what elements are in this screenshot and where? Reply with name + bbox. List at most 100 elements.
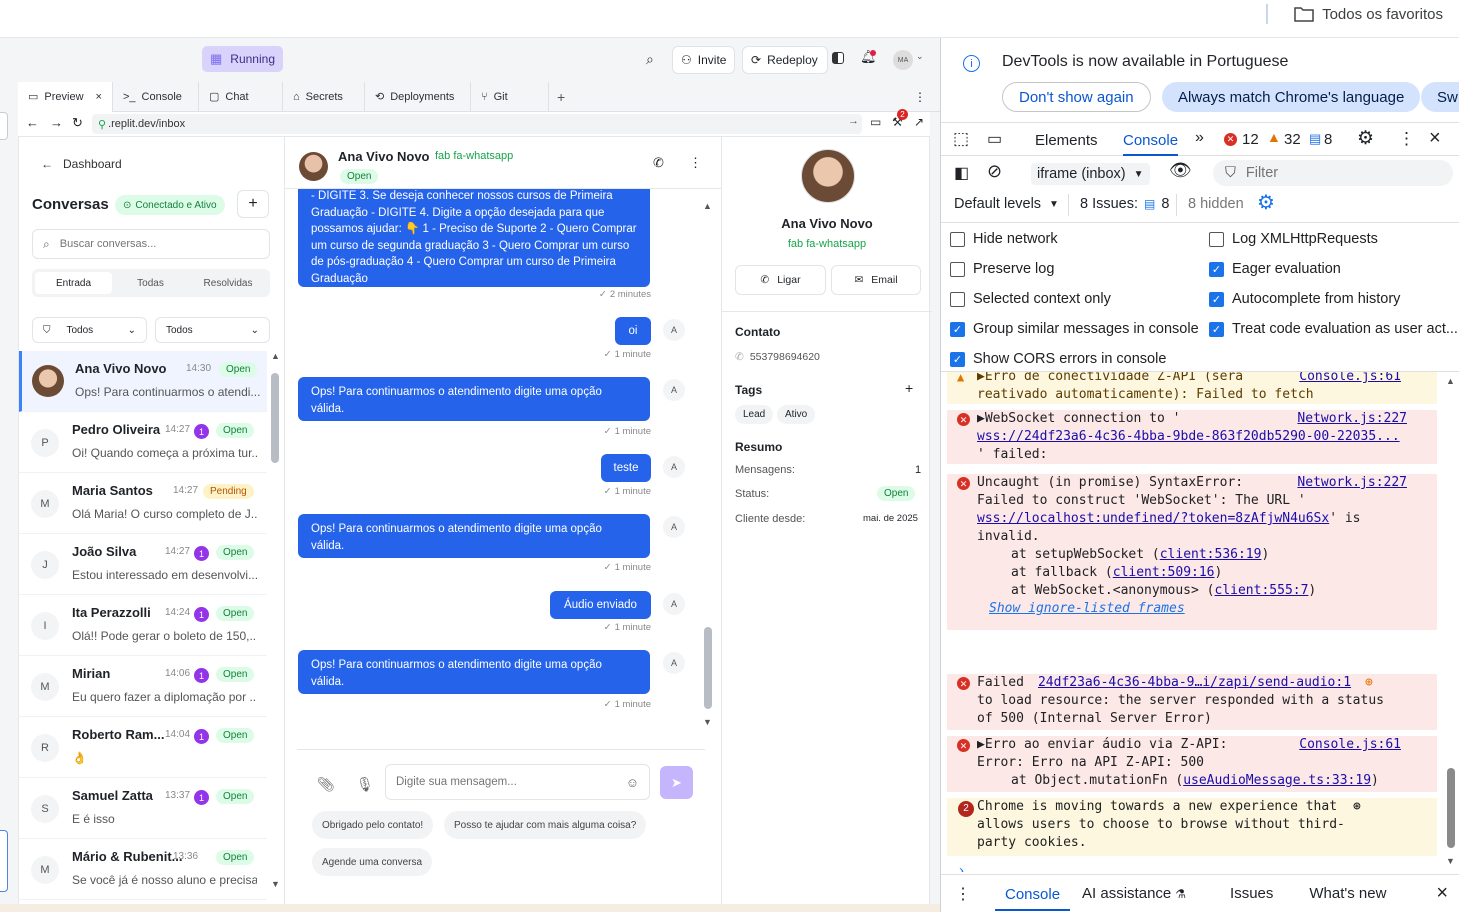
- settings-gear-icon[interactable]: ⚙: [1357, 127, 1374, 150]
- new-conversation-button[interactable]: +: [237, 190, 269, 218]
- tab-git[interactable]: ⑂ Git: [471, 81, 549, 112]
- tab-elements[interactable]: Elements: [1035, 132, 1098, 149]
- user-avatar[interactable]: MA: [893, 50, 913, 70]
- chevron-down-icon[interactable]: ⌄: [916, 51, 924, 62]
- drawer-tab-whats-new[interactable]: What's new: [1309, 885, 1386, 902]
- cookie-icon[interactable]: ⊛: [1353, 798, 1361, 816]
- microphone-icon[interactable]: 🎙︎: [356, 776, 374, 793]
- tab-resolvidas[interactable]: Resolvidas: [189, 272, 267, 294]
- close-drawer-icon[interactable]: ×: [1436, 882, 1448, 905]
- log-3-source[interactable]: Network.js:227: [1297, 474, 1407, 492]
- checkbox[interactable]: ✓: [950, 351, 965, 367]
- quick-reply-2[interactable]: Posso te ajudar com mais alguma coisa?: [444, 811, 647, 839]
- log-1-source[interactable]: Console.js:61: [1299, 372, 1401, 386]
- forward-icon[interactable]: →: [50, 115, 63, 130]
- sidebar-toggle-icon[interactable]: ◧: [954, 163, 969, 183]
- message-input-box[interactable]: ☺: [385, 764, 650, 800]
- console-setting[interactable]: ✓ Autocomplete from history: [1209, 291, 1400, 307]
- checkbox[interactable]: [950, 231, 965, 247]
- toggle-icon[interactable]: [832, 52, 844, 64]
- console-setting[interactable]: ✓ Eager evaluation: [1209, 261, 1341, 277]
- console-setting[interactable]: ✓ Group similar messages in console: [950, 321, 1199, 337]
- list-scrollbar[interactable]: ▲ ▼: [271, 351, 280, 891]
- checkbox[interactable]: ✓: [1209, 261, 1224, 277]
- stack-2-link[interactable]: client:509:16: [1113, 565, 1215, 580]
- more-vertical-icon[interactable]: ⋮: [1398, 129, 1415, 149]
- context-select[interactable]: iframe (inbox) ▼: [1031, 163, 1150, 185]
- console-filter[interactable]: ⛉: [1213, 160, 1453, 186]
- conversation-item[interactable]: M Mário & Rubenit... 13:36 Open Se você já é…: [19, 839, 267, 900]
- match-language-button[interactable]: Always match Chrome's language: [1162, 82, 1421, 112]
- preview-url-input[interactable]: ⚲ .replit.dev/inbox: [92, 114, 862, 134]
- console-filter-input[interactable]: [1245, 165, 1426, 181]
- log-5-stack-link[interactable]: useAudioMessage.ts:33:19: [1183, 773, 1371, 788]
- quick-reply-1[interactable]: Obrigado pelo contato!: [312, 811, 434, 839]
- conversation-item[interactable]: P Pedro Oliveira 14:27 1 Open Oi! Quando come…: [19, 412, 267, 473]
- tab-deployments[interactable]: ⟲ Deployments: [365, 81, 471, 112]
- console-setting[interactable]: Selected context only: [950, 291, 1111, 307]
- log-3-url[interactable]: wss://localhost:undefined/?token=8zAfjwN…: [977, 510, 1329, 528]
- checkbox[interactable]: [950, 291, 965, 307]
- back-icon[interactable]: ←: [26, 115, 39, 130]
- checkbox[interactable]: [1209, 231, 1224, 247]
- console-setting[interactable]: ✓ Show CORS errors in console: [950, 351, 1166, 367]
- add-tag-icon[interactable]: +: [905, 380, 913, 396]
- console-setting[interactable]: Preserve log: [950, 261, 1054, 277]
- log-4-url[interactable]: 24df23a6-4c36-4bba-9…i/zapi/send-audio:1: [1038, 674, 1351, 692]
- error-count[interactable]: 12: [1242, 131, 1259, 148]
- go-icon[interactable]: →: [848, 115, 859, 127]
- dashboard-link[interactable]: ← Dashboard: [41, 157, 122, 171]
- send-button[interactable]: ➤: [660, 766, 693, 799]
- drawer-tab-issues[interactable]: Issues: [1230, 885, 1273, 902]
- conversation-item[interactable]: M Maria Santos 14:27 Pending Olá Maria! O cu…: [19, 473, 267, 534]
- dont-show-again-button[interactable]: Don't show again: [1002, 82, 1151, 112]
- filter-select-2[interactable]: Todos ⌄: [155, 317, 270, 343]
- checkbox[interactable]: ✓: [950, 321, 965, 337]
- tab-entrada[interactable]: Entrada: [35, 272, 112, 294]
- tab-chat[interactable]: ▢ Chat: [199, 81, 283, 112]
- checkbox[interactable]: ✓: [1209, 291, 1224, 307]
- quick-reply-3[interactable]: Agende uma conversa: [312, 848, 433, 876]
- add-tab-icon[interactable]: +: [557, 89, 565, 105]
- tab-console-devtools[interactable]: Console: [1123, 132, 1179, 156]
- console-setting[interactable]: Log XMLHttpRequests: [1209, 231, 1378, 247]
- conversation-item[interactable]: Ana Vivo Novo 14:30 Open Ops! Para continua…: [19, 351, 267, 412]
- open-external-icon[interactable]: ↗: [914, 115, 924, 129]
- invite-button[interactable]: ⚇ Invite: [672, 46, 736, 74]
- conversation-item[interactable]: R Roberto Ram... 14:04 1 Open 👌: [19, 717, 267, 778]
- search-icon[interactable]: ⌕: [646, 51, 654, 68]
- console-setting[interactable]: ✓ Treat code evaluation as user act...: [1209, 321, 1458, 337]
- stack-1-link[interactable]: client:536:19: [1160, 547, 1262, 562]
- more-tabs-icon[interactable]: »: [1195, 129, 1204, 147]
- drawer-tab-ai[interactable]: AI assistance: [1082, 885, 1171, 902]
- log-2-url[interactable]: wss://24df23a6-4c36-4bba-9bde-863f20db52…: [977, 428, 1407, 446]
- call-button[interactable]: ✆ Ligar: [735, 265, 826, 295]
- drawer-menu-icon[interactable]: ⋮: [955, 884, 971, 904]
- conversation-item[interactable]: S Samuel Zatta 13:37 1 Open E é isso: [19, 778, 267, 839]
- warning-count[interactable]: 32: [1284, 131, 1301, 148]
- message-count[interactable]: 8: [1324, 131, 1332, 148]
- show-ignore-listed-link[interactable]: Show ignore-listed frames: [989, 601, 1185, 616]
- drawer-tab-console[interactable]: Console: [995, 877, 1071, 911]
- tab-preview[interactable]: ▭ Preview ×: [18, 81, 113, 112]
- tab-todas[interactable]: Todas: [112, 272, 189, 294]
- log-5-source[interactable]: Console.js:61: [1299, 736, 1401, 754]
- message-input[interactable]: [396, 776, 611, 788]
- tab-secrets[interactable]: ⌂ Secrets: [283, 81, 365, 112]
- tab-console[interactable]: >_ Console: [113, 81, 199, 112]
- paperclip-icon[interactable]: 📎︎: [317, 776, 335, 793]
- log-2-source[interactable]: Network.js:227: [1297, 410, 1407, 428]
- more-vertical-icon[interactable]: ⋮: [689, 155, 702, 171]
- issues-button[interactable]: 8 Issues: ▤ 8: [1080, 196, 1169, 212]
- redeploy-button[interactable]: ⟳ Redeploy: [742, 46, 828, 74]
- email-button[interactable]: ✉ Email: [831, 265, 921, 295]
- inspect-icon[interactable]: ⬚: [953, 129, 969, 149]
- network-icon[interactable]: ⊕: [1365, 674, 1373, 692]
- console-scrollbar[interactable]: ▲ ▼: [1444, 376, 1458, 870]
- running-status[interactable]: ▦ Running: [202, 46, 283, 72]
- log-levels-select[interactable]: Default levels ▼: [954, 196, 1059, 212]
- eye-icon[interactable]: 👁︎: [1169, 160, 1192, 181]
- conversation-item[interactable]: J João Silva 14:27 1 Open Estou interessado e…: [19, 534, 267, 595]
- conversation-item[interactable]: M Mirian 14:06 1 Open Eu quero fazer a diplom…: [19, 656, 267, 717]
- device-toolbar-icon[interactable]: ▭: [987, 129, 1002, 149]
